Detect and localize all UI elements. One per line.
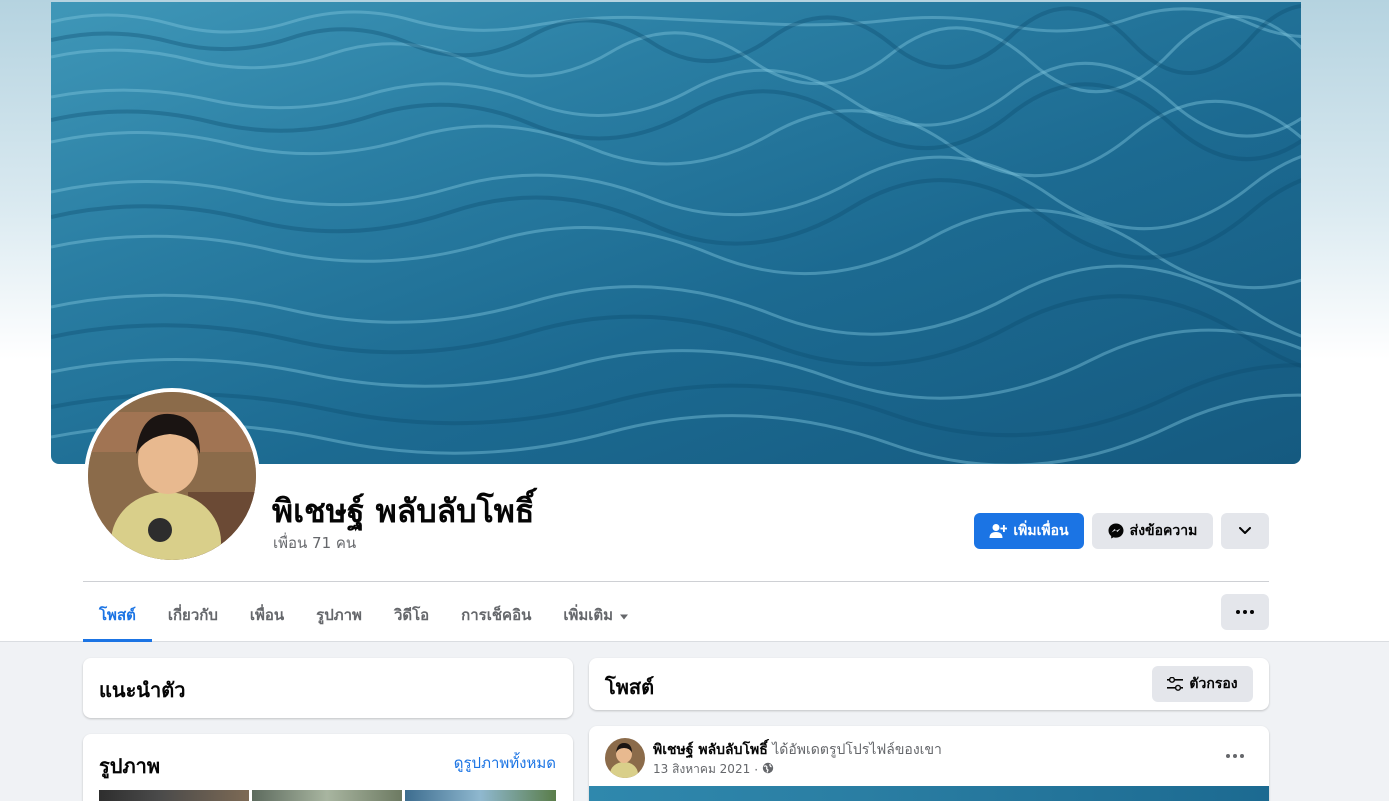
see-all-photos-link[interactable]: ดูรูปภาพทั้งหมด <box>454 751 556 775</box>
posts-title: โพสต์ <box>605 675 655 699</box>
profile-picture-image <box>88 392 256 560</box>
chevron-down-icon <box>1239 527 1251 535</box>
tab-more[interactable]: เพิ่มเติม <box>547 588 645 642</box>
tabs-more-button[interactable] <box>1221 594 1269 630</box>
tab-label: เพื่อน <box>249 606 285 624</box>
friend-count[interactable]: เพื่อน 71 คน <box>273 531 356 555</box>
profile-name: พิเชษฐ์ พลับลับโพธิ์ <box>272 492 535 530</box>
post-image-preview[interactable] <box>589 786 1269 801</box>
tab-label: วิดีโอ <box>393 606 430 624</box>
water-texture <box>51 4 1301 464</box>
message-button[interactable]: ส่งข้อความ <box>1092 513 1213 549</box>
tab-label: โพสต์ <box>99 606 136 624</box>
post-options-button[interactable] <box>1219 742 1251 770</box>
filter-label: ตัวกรอง <box>1189 676 1238 692</box>
add-friend-icon <box>989 523 1008 539</box>
photos-title: รูปภาพ <box>99 754 161 778</box>
post-date[interactable]: 13 สิงหาคม 2021 <box>653 760 750 779</box>
add-friend-label: เพิ่มเพื่อน <box>1013 523 1069 539</box>
tab-label: เกี่ยวกับ <box>167 606 218 624</box>
intro-title: แนะนำตัว <box>99 678 186 702</box>
intro-card: แนะนำตัว <box>83 658 573 718</box>
filter-icon <box>1167 677 1184 691</box>
profile-tabs: โพสต์ เกี่ยวกับ เพื่อน รูปภาพ วิดีโอ การ… <box>83 588 645 642</box>
post-meta: 13 สิงหาคม 2021 · <box>653 760 774 779</box>
photo-thumbnail[interactable] <box>405 790 556 801</box>
post-action-text: ได้อัพเดตรูปโปรไฟล์ของเขา <box>772 742 942 758</box>
cover-photo[interactable] <box>51 2 1301 464</box>
tab-label: รูปภาพ <box>316 606 362 624</box>
filter-button[interactable]: ตัวกรอง <box>1152 666 1253 702</box>
tab-label: การเช็คอิน <box>461 606 532 624</box>
post-header-text: พิเชษฐ์ พลับลับโพธิ์ ได้อัพเดตรูปโปรไฟล์… <box>653 739 942 761</box>
photo-thumbnail[interactable] <box>252 790 402 801</box>
tab-videos[interactable]: วิดีโอ <box>378 588 445 642</box>
tab-label: เพิ่มเติม <box>563 606 614 624</box>
header-divider <box>83 581 1269 582</box>
tab-friends[interactable]: เพื่อน <box>234 588 300 642</box>
tab-about[interactable]: เกี่ยวกับ <box>152 588 234 642</box>
post-author-avatar[interactable] <box>605 738 645 778</box>
message-label: ส่งข้อความ <box>1129 523 1198 539</box>
photo-thumbnail[interactable] <box>99 790 249 801</box>
more-dots-icon <box>1226 754 1244 758</box>
messenger-icon <box>1108 523 1124 539</box>
profile-options-button[interactable] <box>1221 513 1269 549</box>
tab-posts[interactable]: โพสต์ <box>83 588 152 642</box>
caret-down-icon <box>619 606 629 624</box>
more-dots-icon <box>1236 610 1254 614</box>
add-friend-button[interactable]: เพิ่มเพื่อน <box>974 513 1084 549</box>
tab-checkins[interactable]: การเช็คอิน <box>445 588 547 642</box>
globe-icon <box>762 762 774 777</box>
tab-photos[interactable]: รูปภาพ <box>300 588 378 642</box>
profile-picture[interactable] <box>84 388 260 564</box>
post-author-name[interactable]: พิเชษฐ์ พลับลับโพธิ์ <box>653 742 768 758</box>
